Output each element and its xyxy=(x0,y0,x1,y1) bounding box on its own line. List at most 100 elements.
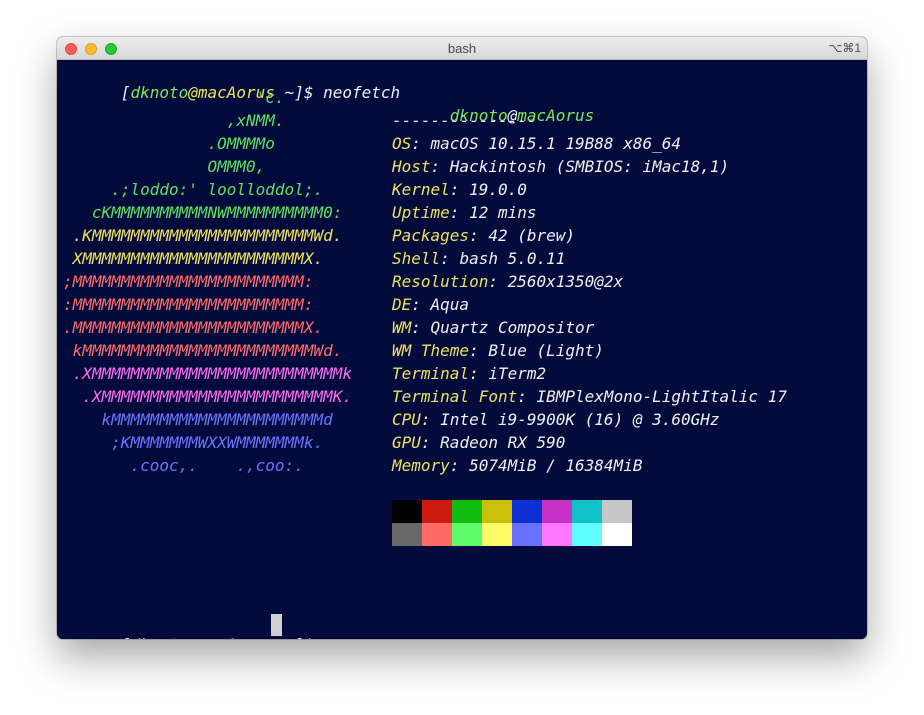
info-value: iTerm2 xyxy=(488,364,547,383)
info-key: Host xyxy=(392,157,431,176)
ascii-logo-line: .MMMMMMMMMMMMMMMMMMMMMMMMX. xyxy=(63,318,324,337)
info-header: dknoto@macAorus xyxy=(392,89,595,125)
color-swatch-bright-2 xyxy=(452,523,482,546)
color-swatch-bright-6 xyxy=(572,523,602,546)
info-value: IBMPlexMono-LightItalic 17 xyxy=(536,387,787,406)
ascii-logo-line: .;loddo:' loolloddol;. xyxy=(63,180,324,199)
ascii-logo-line: .XMMMMMMMMMMMMMMMMMMMMMMMMK. xyxy=(63,387,352,406)
info-separator: --------------- xyxy=(392,111,537,130)
ascii-logo-line: .XMMMMMMMMMMMMMMMMMMMMMMMMMMk xyxy=(63,364,352,383)
title-bar[interactable]: bash ⌥⌘1 xyxy=(57,37,867,60)
ascii-logo-line: 'c. xyxy=(63,88,285,107)
info-colon: : xyxy=(411,295,431,314)
info-value: Quartz Compositor xyxy=(430,318,595,337)
info-value: Intel i9-9900K (16) @ 3.60GHz xyxy=(440,410,720,429)
prompt2-rest: ~]$ xyxy=(275,635,323,640)
ascii-logo-line: kMMMMMMMMMMMMMMMMMMMMMMd xyxy=(63,410,333,429)
color-swatch-normal-7 xyxy=(602,500,632,523)
info-line: Terminal Font: IBMPlexMono-LightItalic 1… xyxy=(392,388,787,406)
text-cursor xyxy=(271,614,282,636)
color-swatch-bright-7 xyxy=(602,523,632,546)
color-swatch-normal-1 xyxy=(422,500,452,523)
info-value: Aqua xyxy=(430,295,470,314)
info-value: 12 mins xyxy=(469,203,537,222)
ascii-logo-line: ;KMMMMMMMWXXWMMMMMMMk. xyxy=(63,433,324,452)
info-colon: : xyxy=(411,134,431,153)
info-colon: : xyxy=(430,157,450,176)
info-line: CPU: Intel i9-9900K (16) @ 3.60GHz xyxy=(392,411,720,429)
ascii-logo-line: .KMMMMMMMMMMMMMMMMMMMMMMMWd. xyxy=(63,226,343,245)
info-colon: : xyxy=(411,318,431,337)
info-value: Blue (Light) xyxy=(488,341,604,360)
info-key: Memory xyxy=(392,456,450,475)
ascii-logo-line: kMMMMMMMMMMMMMMMMMMMMMMMMWd. xyxy=(63,341,343,360)
prompt-command: neofetch xyxy=(323,83,401,102)
info-value: Radeon RX 590 xyxy=(440,433,566,452)
ascii-logo-line: ;MMMMMMMMMMMMMMMMMMMMMMMM: xyxy=(63,272,314,291)
info-line: Packages: 42 (brew) xyxy=(392,227,575,245)
info-value: 5074MiB / 16384MiB xyxy=(469,456,643,475)
info-key: Packages xyxy=(392,226,470,245)
ascii-logo-line: :MMMMMMMMMMMMMMMMMMMMMMMM: xyxy=(63,295,314,314)
info-value: Hackintosh (SMBIOS: iMac18,1) xyxy=(449,157,730,176)
info-colon: : xyxy=(469,341,489,360)
color-swatch-normal-4 xyxy=(512,500,542,523)
info-line: Terminal: iTerm2 xyxy=(392,365,546,383)
info-value: 19.0.0 xyxy=(469,180,527,199)
prompt-line-2: [dknoto@macAorus ~]$ xyxy=(63,618,323,640)
info-key: OS xyxy=(392,134,412,153)
info-key: Resolution xyxy=(392,272,489,291)
info-key: Terminal Font xyxy=(392,387,518,406)
color-swatch-bright-4 xyxy=(512,523,542,546)
info-key: Uptime xyxy=(392,203,450,222)
color-swatch-normal-2 xyxy=(452,500,482,523)
prompt2-user: dknoto xyxy=(130,635,188,640)
prompt2-host: macAorus xyxy=(198,635,275,640)
info-line: GPU: Radeon RX 590 xyxy=(392,434,565,452)
color-swatch-bright-1 xyxy=(422,523,452,546)
info-line: Uptime: 12 mins xyxy=(392,204,537,222)
color-swatch-normal-6 xyxy=(572,500,602,523)
info-key: Shell xyxy=(392,249,441,268)
window-shortcut: ⌥⌘1 xyxy=(828,41,861,55)
color-swatch-bright-5 xyxy=(542,523,572,546)
info-line: Kernel: 19.0.0 xyxy=(392,181,527,199)
info-key: Kernel xyxy=(392,180,450,199)
info-colon: : xyxy=(488,272,508,291)
prompt2-at: @ xyxy=(188,635,198,640)
info-value: 2560x1350@2x xyxy=(507,272,624,291)
ascii-logo-line: .cooc,. .,coo:. xyxy=(63,456,304,475)
info-key: CPU xyxy=(392,410,421,429)
info-line: WM Theme: Blue (Light) xyxy=(392,342,604,360)
terminal-content[interactable]: [dknoto@macAorus ~]$ neofetch 'c. ,xNMM.… xyxy=(57,60,867,639)
ascii-logo-line: .OMMMMo xyxy=(63,134,275,153)
info-key: WM xyxy=(392,318,412,337)
info-line: Memory: 5074MiB / 16384MiB xyxy=(392,457,642,475)
info-value: 42 (brew) xyxy=(488,226,576,245)
info-colon: : xyxy=(420,410,441,429)
info-colon: : xyxy=(420,433,441,452)
info-colon: : xyxy=(469,364,489,383)
info-line: Resolution: 2560x1350@2x xyxy=(392,273,623,291)
color-swatch-normal-5 xyxy=(542,500,572,523)
info-colon: : xyxy=(469,226,489,245)
info-colon: : xyxy=(517,387,537,406)
info-line: OS: macOS 10.15.1 19B88 x86_64 xyxy=(392,135,681,153)
info-value: macOS 10.15.1 19B88 x86_64 xyxy=(430,134,681,153)
info-colon: : xyxy=(449,203,470,222)
color-swatch-bright-0 xyxy=(392,523,422,546)
terminal-window: bash ⌥⌘1 [dknoto@macAorus ~]$ neofetch '… xyxy=(57,37,867,639)
info-key: WM Theme xyxy=(392,341,470,360)
ascii-logo-line: OMMM0, xyxy=(63,157,266,176)
color-swatch-bright-3 xyxy=(482,523,512,546)
info-colon: : xyxy=(440,249,460,268)
prompt2-open: [ xyxy=(121,635,131,640)
info-value: bash 5.0.11 xyxy=(459,249,566,268)
info-line: WM: Quartz Compositor xyxy=(392,319,594,337)
info-colon: : xyxy=(449,456,470,475)
info-line: DE: Aqua xyxy=(392,296,469,314)
color-swatch-normal-0 xyxy=(392,500,422,523)
info-line: Shell: bash 5.0.11 xyxy=(392,250,565,268)
ascii-logo-line: cKMMMMMMMMMMNWMMMMMMMMMM0: xyxy=(63,203,343,222)
color-swatch-normal-3 xyxy=(482,500,512,523)
